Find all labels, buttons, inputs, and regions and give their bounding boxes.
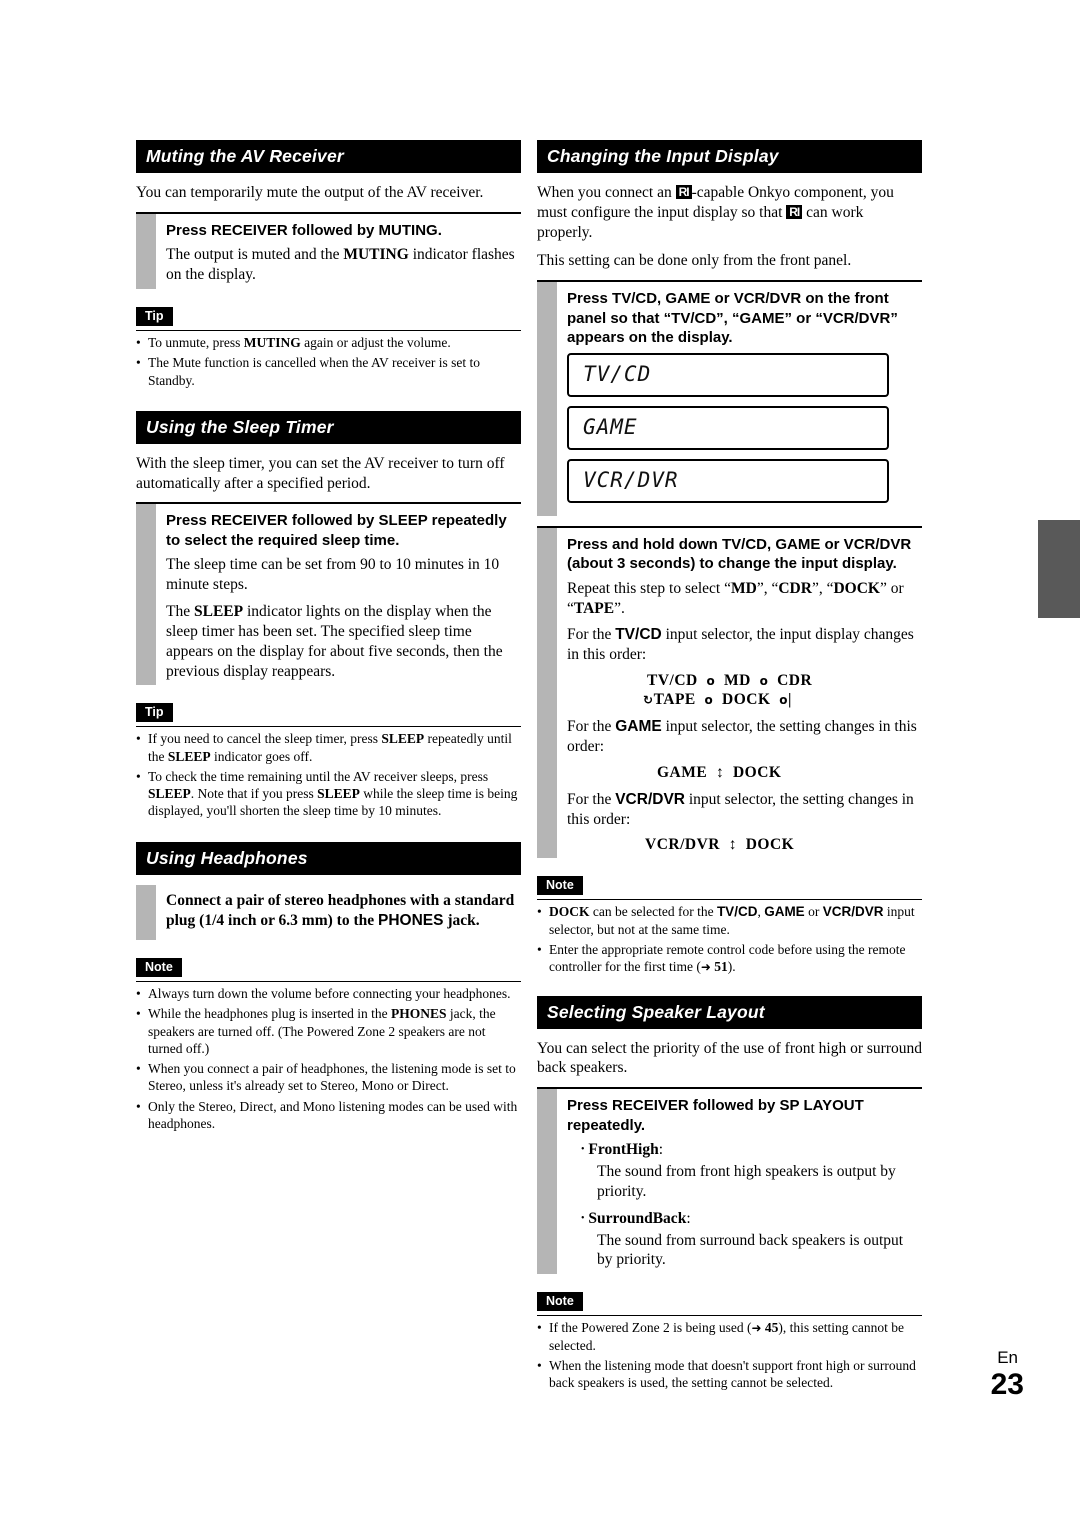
list-item: If the Powered Zone 2 is being used (➜ 4…	[537, 1319, 922, 1354]
speaker-layout-step-title: Press RECEIVER followed by SP LAYOUT rep…	[567, 1097, 864, 1134]
section-heading-muting: Muting the AV Receiver	[136, 140, 521, 173]
sleep-intro: With the sleep timer, you can set the AV…	[136, 454, 505, 492]
sleep-tips: If you need to cancel the sleep timer, p…	[136, 730, 521, 819]
headphones-notes: Always turn down the volume before conne…	[136, 985, 521, 1132]
input-display-intro-1: When you connect an RI -capable Onkyo com…	[537, 184, 894, 241]
list-item: To check the time remaining until the AV…	[136, 768, 521, 820]
list-item: DOCK can be selected for the TV/CD, GAME…	[537, 903, 922, 938]
display-text-game: GAME	[583, 414, 638, 439]
speaker-layout-procedure: Press RECEIVER followed by SP LAYOUT rep…	[537, 1087, 922, 1275]
front-panel-display-vcrdvr: VCR/DVR	[567, 458, 889, 503]
ri-logo-icon: RI	[675, 185, 692, 199]
list-item: If you need to cancel the sleep timer, p…	[136, 730, 521, 765]
headphones-step-title: Connect a pair of stereo headphones with…	[166, 891, 515, 929]
muting-step-title: Press RECEIVER followed by MUTING.	[166, 221, 442, 239]
section-heading-sleep-timer: Using the Sleep Timer	[136, 410, 521, 444]
list-item: The Mute function is cancelled when the …	[136, 354, 521, 389]
input-display-step2: Press and hold down TV/CD, GAME or VCR/D…	[537, 525, 922, 859]
list-item: When the listening mode that doesn't sup…	[537, 1357, 922, 1392]
sleep-step-body-1: The sleep time can be set from 90 to 10 …	[166, 556, 500, 594]
page-edge-tab-marker	[1038, 520, 1080, 618]
page-number: 23	[990, 1368, 1024, 1401]
speaker-layout-intro: You can select the priority of the use o…	[537, 1039, 922, 1077]
input-display-step2-body-2: For the TV/CD input selector, the input …	[567, 626, 914, 664]
input-display-step2-body-4: For the VCR/DVR input selector, the sett…	[567, 790, 914, 828]
list-item: Always turn down the volume before conne…	[136, 985, 521, 1003]
tip-label-muting: Tip	[136, 306, 173, 326]
section-heading-input-display: Changing the Input Display	[537, 140, 922, 173]
note-label-speaker-layout: Note	[537, 1292, 583, 1312]
note-rule-headphones	[136, 981, 521, 983]
headphones-procedure: Connect a pair of stereo headphones with…	[136, 884, 521, 941]
input-display-step2-title: Press and hold down TV/CD, GAME or VCR/D…	[567, 535, 912, 573]
display-text-vcrdvr: VCR/DVR	[583, 467, 679, 492]
muting-tips: To unmute, press MUTING again or adjust …	[136, 334, 521, 389]
input-display-step2-body-1: Repeat this step to select “MD”, “CDR”, …	[567, 579, 904, 617]
sequence-game: GAME ↕ DOCK	[657, 763, 782, 781]
input-display-step2-body-3: For the GAME input selector, the setting…	[567, 718, 917, 755]
right-column: Changing the Input Display When you conn…	[537, 140, 922, 1394]
list-item: Enter the appropriate remote control cod…	[537, 941, 922, 976]
speaker-layout-notes: If the Powered Zone 2 is being used (➜ 4…	[537, 1319, 922, 1391]
speaker-layout-option2-body: The sound from surround back speakers is…	[597, 1231, 904, 1269]
front-panel-display-game: GAME	[567, 405, 889, 450]
note-label-headphones: Note	[136, 958, 182, 978]
sequence-tvcd-line2: ↻TAPE o DOCK o|	[643, 691, 792, 709]
section-heading-speaker-layout: Selecting Speaker Layout	[537, 995, 922, 1029]
input-display-step1-title: Press TV/CD, GAME or VCR/DVR on the fron…	[567, 290, 898, 347]
input-display-notes: DOCK can be selected for the TV/CD, GAME…	[537, 903, 922, 975]
left-column: Muting the AV Receiver You can temporari…	[136, 140, 521, 1135]
sleep-step-body-2: The SLEEP indicator lights on the displa…	[166, 603, 503, 680]
ri-logo-icon: RI	[786, 204, 803, 219]
sequence-tvcd-line1: TV/CD o MD o CDR	[647, 672, 813, 690]
speaker-layout-option1-label: • FrontHigh:	[581, 1141, 664, 1159]
speaker-layout-option1-body: The sound from front high speakers is ou…	[597, 1163, 896, 1200]
muting-procedure: Press RECEIVER followed by MUTING. The o…	[136, 211, 521, 290]
speaker-layout-option2-label: • SurroundBack:	[581, 1209, 691, 1227]
document-page: Muting the AV Receiver You can temporari…	[0, 0, 1080, 1527]
footer-language: En	[997, 1348, 1018, 1367]
tip-label-sleep: Tip	[136, 703, 173, 723]
tip-rule-sleep	[136, 726, 521, 728]
front-panel-display-tvcd: TV/CD	[567, 352, 889, 397]
list-item: To unmute, press MUTING again or adjust …	[136, 334, 521, 352]
tip-rule-muting	[136, 329, 521, 331]
note-rule-speaker-layout	[537, 1315, 922, 1317]
sleep-step-title: Press RECEIVER followed by SLEEP repeate…	[166, 512, 507, 549]
note-rule-input-display	[537, 899, 922, 901]
list-item: Only the Stereo, Direct, and Mono listen…	[136, 1098, 521, 1133]
note-label-input-display: Note	[537, 876, 583, 896]
input-display-step1: Press TV/CD, GAME or VCR/DVR on the fron…	[537, 280, 922, 516]
list-item: While the headphones plug is inserted in…	[136, 1005, 521, 1057]
list-item: When you connect a pair of headphones, t…	[136, 1060, 521, 1095]
muting-step-body: The output is muted and the MUTING indic…	[166, 246, 515, 284]
input-display-intro-2: This setting can be done only from the f…	[537, 252, 852, 270]
sequence-vcrdvr: VCR/DVR ↕ DOCK	[645, 836, 795, 854]
section-heading-headphones: Using Headphones	[136, 841, 521, 875]
muting-intro: You can temporarily mute the output of t…	[136, 184, 484, 201]
sleep-procedure: Press RECEIVER followed by SLEEP repeate…	[136, 502, 521, 686]
display-text-tvcd: TV/CD	[583, 361, 652, 386]
